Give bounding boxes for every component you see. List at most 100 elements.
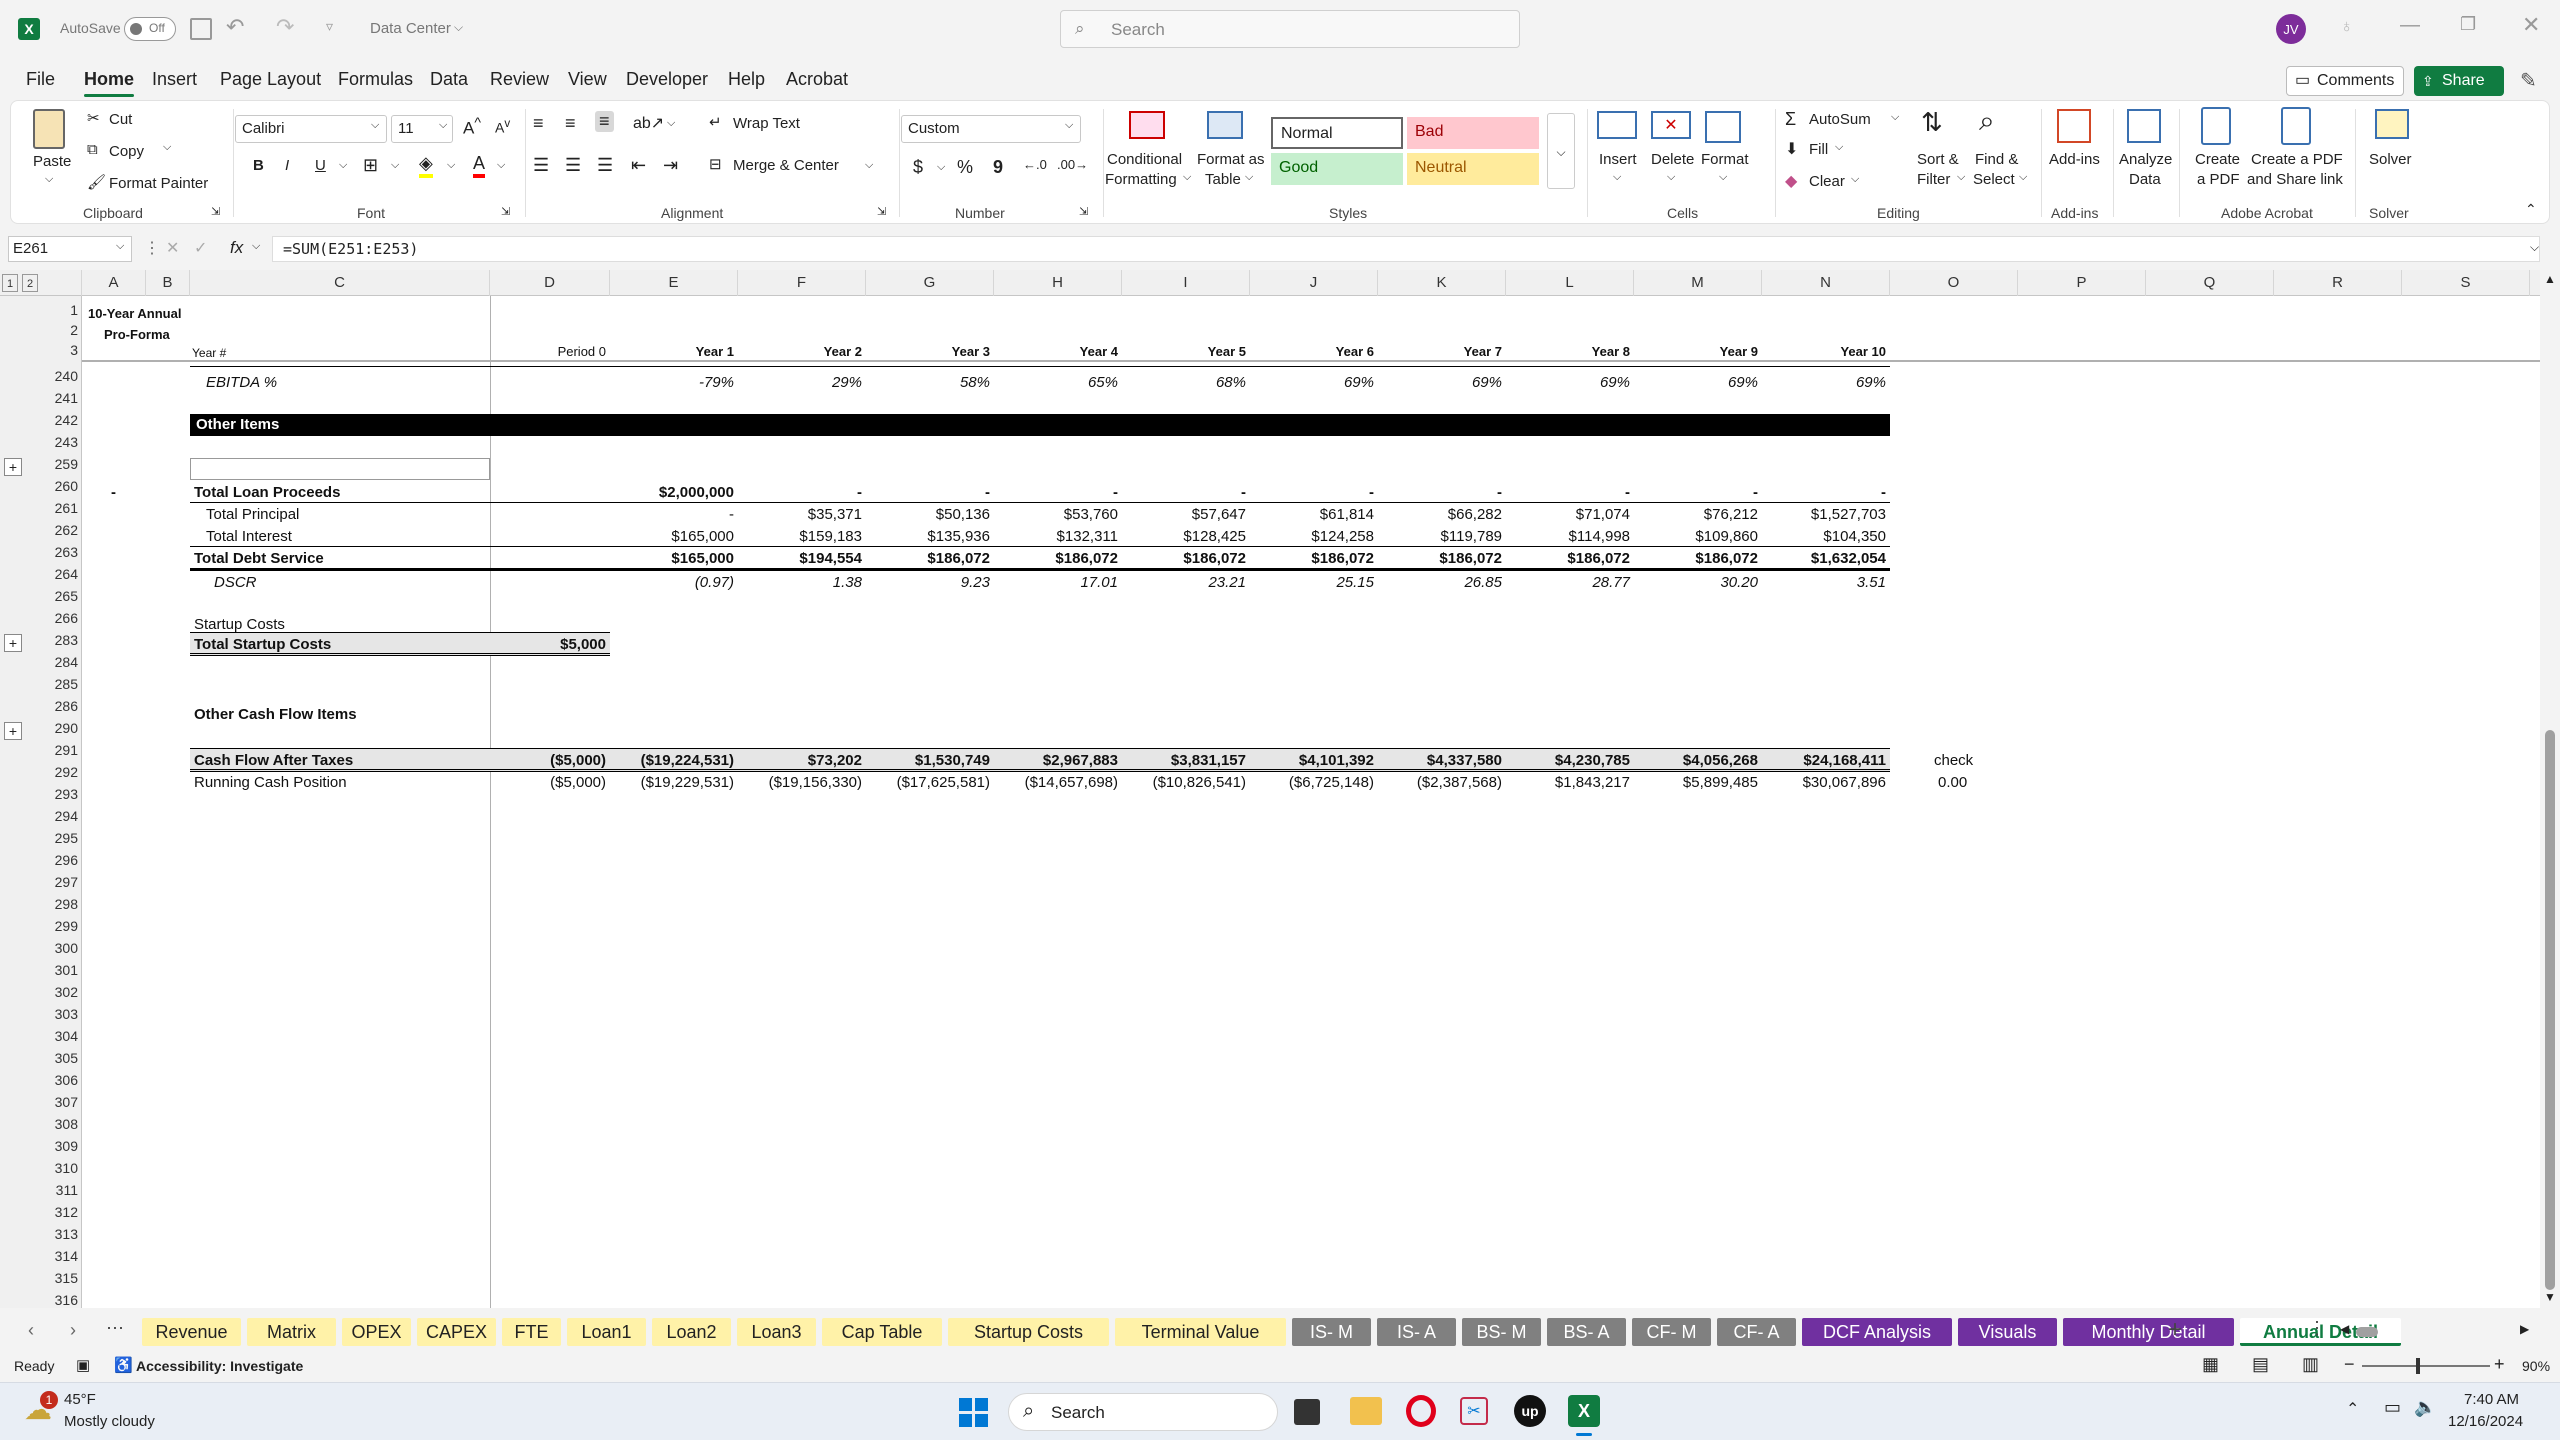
format-as-table-label[interactable]: Format as [1197,151,1265,168]
running-cash-position-cell[interactable]: ($2,387,568) [1386,774,1502,791]
addins-button[interactable]: Add-ins [2049,151,2100,168]
total-debt-service-cell[interactable]: $186,072 [1386,550,1502,567]
running-cash-position-cell[interactable]: ($10,826,541) [1130,774,1246,791]
format-cells-button[interactable]: Format [1701,151,1749,168]
tab-acrobat[interactable]: Acrobat [786,64,848,94]
name-box-chevron-icon[interactable]: ⌵ [116,240,124,253]
col-header-m[interactable]: M [1634,270,1762,296]
row-header[interactable]: 307 [36,1094,78,1110]
ebitda-pct-cell[interactable]: 68% [1130,374,1246,391]
total-debt-service-cell[interactable]: $186,072 [1514,550,1630,567]
italic-button[interactable]: I [285,157,289,174]
total-interest-cell[interactable]: $159,183 [746,528,862,545]
row-header[interactable]: 259 [36,456,78,472]
cash-flow-after-taxes-cell[interactable]: ($19,224,531) [618,752,734,769]
row-header[interactable]: 286 [36,698,78,714]
volume-icon[interactable]: 🔈 [2414,1397,2436,1418]
insert-chevron-icon[interactable]: ⌵ [1613,171,1621,184]
row-header[interactable]: 285 [36,676,78,692]
network-icon[interactable]: ▭ [2384,1397,2401,1418]
ebitda-pct-cell[interactable]: 69% [1514,374,1630,391]
outline-level-2[interactable]: 2 [22,274,38,292]
total-principal-cell[interactable]: $61,814 [1258,506,1374,523]
align-bottom-icon[interactable]: ≡ [595,111,614,132]
search-box[interactable]: ⌕ Search [1060,10,1520,48]
create-pdf-button-2[interactable]: a PDF [2197,171,2240,188]
close-icon[interactable]: ✕ [2522,12,2540,38]
row-header[interactable]: 315 [36,1270,78,1286]
sheet-tab-terminal-value[interactable]: Terminal Value [1115,1318,1286,1346]
ebitda-pct-cell[interactable]: 29% [746,374,862,391]
borders-icon[interactable]: ⊞ [363,155,378,176]
ebitda-pct-cell[interactable]: 69% [1642,374,1758,391]
number-format-dropdown[interactable]: Custom [901,115,1081,143]
create-pdf-button[interactable]: Create [2195,151,2240,168]
row-header[interactable]: 312 [36,1204,78,1220]
font-name-dropdown[interactable]: Calibri [235,115,387,143]
sheet-tab-cap-table[interactable]: Cap Table [822,1318,942,1346]
total-loan-proceeds-cell[interactable]: - [1514,484,1630,501]
copy-chevron-icon[interactable]: ⌵ [163,141,171,154]
col-header-d[interactable]: D [490,270,610,296]
cancel-edit-icon[interactable]: ✕ [166,238,179,258]
minimize-icon[interactable]: — [2400,14,2420,37]
excel-taskbar-icon[interactable]: X [1568,1395,1600,1427]
total-debt-service-cell[interactable]: $186,072 [1130,550,1246,567]
total-loan-proceeds-cell[interactable]: - [1642,484,1758,501]
dscr-cell[interactable]: 1.38 [746,574,862,591]
cash-flow-after-taxes-cell[interactable]: $4,101,392 [1258,752,1374,769]
decrease-font-icon[interactable]: Av [495,117,510,136]
tab-page-layout[interactable]: Page Layout [220,64,321,94]
font-size-chevron-icon[interactable]: ⌵ [439,119,447,132]
clear-button[interactable]: Clear [1809,173,1845,190]
scroll-down-icon[interactable]: ▼ [2544,1290,2556,1304]
row-header[interactable]: 264 [36,566,78,582]
ebitda-pct-cell[interactable]: 58% [874,374,990,391]
sheet-tab-monthly-detail[interactable]: Monthly Detail [2063,1318,2234,1346]
horizontal-scrollbar[interactable]: ◀ ▶ [2336,1322,2534,1340]
total-loan-proceeds-cell[interactable]: - [1258,484,1374,501]
row-header[interactable]: 301 [36,962,78,978]
total-loan-proceeds-cell[interactable]: - [1386,484,1502,501]
borders-chevron-icon[interactable]: ⌵ [391,159,399,172]
autosave-toggle[interactable]: Off [124,17,176,41]
col-header-h[interactable]: H [994,270,1122,296]
dscr-cell[interactable]: 3.51 [1770,574,1886,591]
style-bad[interactable]: Bad [1407,117,1539,149]
align-left-icon[interactable]: ☰ [533,155,549,176]
row-header[interactable]: 261 [36,500,78,516]
ebitda-pct-cell[interactable]: 69% [1386,374,1502,391]
cash-flow-after-taxes-cell[interactable]: $4,230,785 [1514,752,1630,769]
col-header-s[interactable]: S [2402,270,2530,296]
delete-chevron-icon[interactable]: ⌵ [1667,171,1675,184]
fill-color-icon[interactable]: ◈ [419,153,433,178]
tab-home[interactable]: Home [84,64,135,97]
find-chevron-icon[interactable]: ⌵ [2019,171,2027,184]
zoom-slider[interactable] [2362,1358,2490,1374]
tab-formulas[interactable]: Formulas [338,64,413,94]
row-header[interactable]: 303 [36,1006,78,1022]
dscr-cell[interactable]: 28.77 [1514,574,1630,591]
sheet-tab-bs-a[interactable]: BS- A [1547,1318,1626,1346]
row-header[interactable]: 313 [36,1226,78,1242]
style-neutral[interactable]: Neutral [1407,153,1539,185]
row-header[interactable]: 290 [36,720,78,736]
total-debt-service-cell[interactable]: $1,632,054 [1770,550,1886,567]
find-select-label[interactable]: Find & [1975,151,2018,168]
doc-title-chevron-icon[interactable]: ⌵ [454,20,463,35]
format-painter-button[interactable]: Format Painter [109,175,208,192]
total-debt-service-cell[interactable]: $186,072 [1642,550,1758,567]
running-cash-position-cell[interactable]: ($19,156,330) [746,774,862,791]
total-principal-cell[interactable]: $71,074 [1514,506,1630,523]
clock-time[interactable]: 7:40 AM [2464,1391,2519,1408]
tab-options-icon[interactable]: ⋮ [2308,1318,2326,1339]
total-interest-cell[interactable]: $132,311 [1002,528,1118,545]
upwork-icon[interactable]: up [1514,1395,1546,1427]
insert-function-chevron-icon[interactable]: ⌵ [252,240,260,253]
share-button[interactable]: ⇪ Share [2414,66,2504,96]
restore-icon[interactable]: ❐ [2460,14,2476,35]
font-color-chevron-icon[interactable]: ⌵ [497,159,505,172]
confirm-edit-icon[interactable]: ✓ [194,238,207,258]
row-header[interactable]: 305 [36,1050,78,1066]
sheet-tab-loan2[interactable]: Loan2 [652,1318,731,1346]
